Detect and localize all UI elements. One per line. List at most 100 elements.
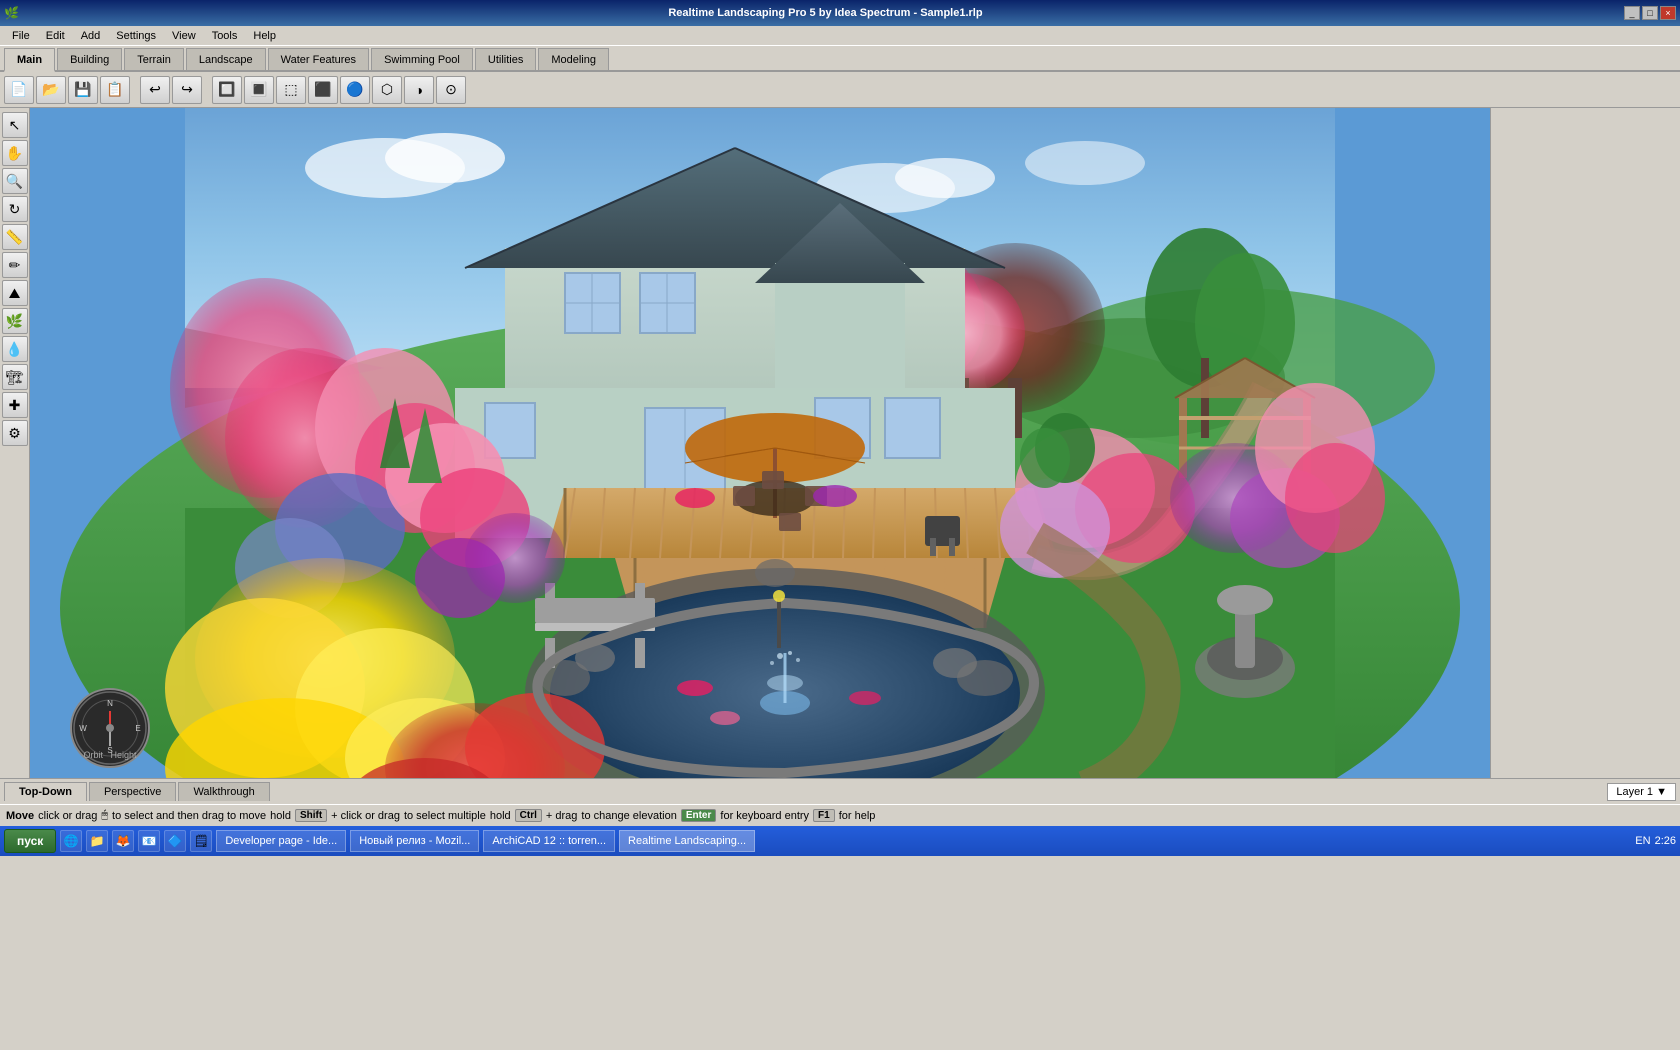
svg-text:E: E [135, 724, 140, 733]
view-btn-2[interactable]: 🔳 [244, 76, 274, 104]
save-button[interactable]: 💾 [68, 76, 98, 104]
tool-structure[interactable]: 🏗 [2, 364, 28, 390]
taskbar-app-4[interactable]: Realtime Landscaping... [619, 830, 755, 852]
taskbar-app-1-label: Developer page - Ide... [225, 835, 337, 847]
enter-key: Enter [681, 809, 717, 822]
view-btn-3[interactable]: ⬚ [276, 76, 306, 104]
saveas-button[interactable]: 📋 [100, 76, 130, 104]
tab-water-features[interactable]: Water Features [268, 48, 369, 70]
taskbar-app-1[interactable]: Developer page - Ide... [216, 830, 346, 852]
svg-text:N: N [107, 699, 113, 708]
view-tabs: Top-Down Perspective Walkthrough Layer 1… [0, 778, 1680, 804]
taskbar-app-3-label: ArchiCAD 12 :: torren... [492, 835, 606, 847]
taskbar-app-2[interactable]: Новый релиз - Mozil... [350, 830, 479, 852]
mouse-icon: 🖱 [101, 809, 108, 822]
undo-button[interactable]: ↩ [140, 76, 170, 104]
viewport[interactable]: N S W E Orbit Height [30, 108, 1490, 778]
taskbar-clock: 2:26 [1655, 835, 1676, 847]
window-controls[interactable]: _ □ × [1624, 6, 1676, 20]
view-btn-1[interactable]: 🔲 [212, 76, 242, 104]
taskbar-icon-3[interactable]: 🦊 [112, 830, 134, 852]
tab-bar: Main Building Terrain Landscape Water Fe… [0, 46, 1680, 72]
titlebar: 🌿 Realtime Landscaping Pro 5 by Idea Spe… [0, 0, 1680, 26]
layer-indicator[interactable]: Layer 1 ▼ [1607, 783, 1676, 801]
view-btn-7[interactable]: ◑ [404, 76, 434, 104]
status-desc6: to change elevation [581, 810, 676, 822]
view-btn-5[interactable]: 🔵 [340, 76, 370, 104]
menu-file[interactable]: File [4, 28, 38, 44]
menu-edit[interactable]: Edit [38, 28, 73, 44]
tab-main[interactable]: Main [4, 48, 55, 72]
start-button[interactable]: пуск [4, 829, 56, 853]
view-btn-8[interactable]: ⊙ [436, 76, 466, 104]
taskbar-icon-5[interactable]: 🔷 [164, 830, 186, 852]
tab-landscape[interactable]: Landscape [186, 48, 266, 70]
toolbar: 📄 📂 💾 📋 ↩ ↪ 🔲 🔳 ⬚ ⬛ 🔵 ⬡ ◑ ⊙ [0, 72, 1680, 108]
taskbar-icon-4[interactable]: 📧 [138, 830, 160, 852]
taskbar-icon-2[interactable]: 📁 [86, 830, 108, 852]
right-panel [1490, 108, 1680, 778]
minimize-button[interactable]: _ [1624, 6, 1640, 20]
main-area: ↖ ✋ 🔍 ↻ 📏 ✏ ⛰ 🌿 💧 🏗 ✚ ⚙ [0, 108, 1680, 778]
status-desc3: + click or drag [331, 810, 400, 822]
tool-terrain[interactable]: ⛰ [2, 280, 28, 306]
taskbar-right: EN 2:26 [1635, 835, 1676, 847]
menu-add[interactable]: Add [73, 28, 109, 44]
status-desc5: + drag [546, 810, 578, 822]
tool-water[interactable]: 💧 [2, 336, 28, 362]
status-desc1: click or drag [38, 810, 97, 822]
view-btn-6[interactable]: ⬡ [372, 76, 402, 104]
taskbar-icon-6[interactable]: 🗒 [190, 830, 212, 852]
taskbar-icon-1[interactable]: 🌐 [60, 830, 82, 852]
layer-label: Layer 1 [1616, 786, 1653, 798]
tab-building[interactable]: Building [57, 48, 122, 70]
tool-pan[interactable]: ✋ [2, 140, 28, 166]
ctrl-key: Ctrl [515, 809, 542, 822]
taskbar-app-2-label: Новый релиз - Mozil... [359, 835, 470, 847]
taskbar-app-4-label: Realtime Landscaping... [628, 835, 746, 847]
view-btn-4[interactable]: ⬛ [308, 76, 338, 104]
tool-measure[interactable]: 📏 [2, 224, 28, 250]
status-desc8: for help [839, 810, 876, 822]
menu-settings[interactable]: Settings [108, 28, 164, 44]
taskbar: пуск 🌐 📁 🦊 📧 🔷 🗒 Developer page - Ide...… [0, 826, 1680, 856]
height-label: Height [111, 750, 137, 760]
tab-swimming-pool[interactable]: Swimming Pool [371, 48, 473, 70]
maximize-button[interactable]: □ [1642, 6, 1658, 20]
f1-key: F1 [813, 809, 835, 822]
statusbar: Move click or drag 🖱 to select and then … [0, 804, 1680, 826]
svg-text:W: W [79, 724, 87, 733]
tool-zoom[interactable]: 🔍 [2, 168, 28, 194]
tab-topdown[interactable]: Top-Down [4, 782, 87, 801]
taskbar-app-3[interactable]: ArchiCAD 12 :: torren... [483, 830, 615, 852]
orbit-label: Orbit [83, 750, 103, 760]
tab-utilities[interactable]: Utilities [475, 48, 536, 70]
tool-settings[interactable]: ⚙ [2, 420, 28, 446]
tool-rotate[interactable]: ↻ [2, 196, 28, 222]
close-button[interactable]: × [1660, 6, 1676, 20]
hold-text: hold [270, 810, 291, 822]
menu-help[interactable]: Help [245, 28, 284, 44]
tab-terrain[interactable]: Terrain [124, 48, 184, 70]
status-desc7: for keyboard entry [720, 810, 809, 822]
hold-text2: hold [490, 810, 511, 822]
status-action: Move [6, 810, 34, 822]
redo-button[interactable]: ↪ [172, 76, 202, 104]
open-button[interactable]: 📂 [36, 76, 66, 104]
tab-modeling[interactable]: Modeling [538, 48, 609, 70]
status-desc4: to select multiple [404, 810, 486, 822]
window-title: Realtime Landscaping Pro 5 by Idea Spect… [664, 7, 982, 19]
menu-view[interactable]: View [164, 28, 204, 44]
app-icon: 🌿 [4, 6, 19, 20]
tool-draw[interactable]: ✏ [2, 252, 28, 278]
tool-move[interactable]: ✚ [2, 392, 28, 418]
new-button[interactable]: 📄 [4, 76, 34, 104]
tab-walkthrough[interactable]: Walkthrough [178, 782, 269, 801]
tool-plant[interactable]: 🌿 [2, 308, 28, 334]
tool-select[interactable]: ↖ [2, 112, 28, 138]
tab-perspective[interactable]: Perspective [89, 782, 176, 801]
shift-key: Shift [295, 809, 327, 822]
menubar: File Edit Add Settings View Tools Help [0, 26, 1680, 46]
menu-tools[interactable]: Tools [204, 28, 246, 44]
compass-widget[interactable]: N S W E Orbit Height [70, 688, 150, 768]
